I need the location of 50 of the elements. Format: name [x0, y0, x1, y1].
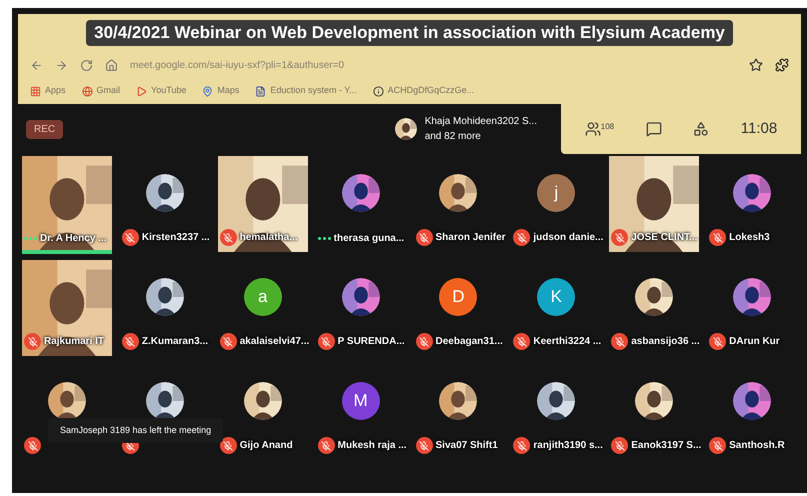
participant-name: Santhosh.R [729, 439, 785, 453]
clock-time: 11:08 [740, 118, 778, 139]
caption: 30/4/2021 Webinar on Web Development in association with Elysium Academy [86, 20, 733, 46]
participant-name: therasa guna... [334, 232, 404, 246]
participant-name: akalaiselvi47... [240, 335, 310, 349]
extensions-icon[interactable] [775, 58, 789, 72]
bookmark[interactable]: Maps [202, 84, 240, 98]
participant-name: Deebagan31... [436, 335, 503, 349]
forward-icon[interactable] [55, 58, 68, 72]
document-icon [255, 86, 266, 96]
participant-name: Siva07 Shift1 [436, 439, 498, 453]
participant-name: Kirsten3237 ... [142, 231, 210, 245]
more-participants: and 82 more [424, 130, 482, 144]
back-icon[interactable] [30, 58, 43, 72]
bookmark[interactable]: ACHDgDfGqCzzGe... [372, 84, 474, 98]
presenter-name: Khaja Mohideen3202 S... [424, 115, 537, 129]
reload-icon[interactable] [80, 58, 93, 72]
participant-name: Keerthi3224 ... [533, 335, 602, 349]
participant-name: P SURENDA... [338, 335, 405, 349]
participant-name: judson danie... [533, 231, 604, 245]
participant-name: Gijo Anand [240, 439, 293, 453]
recording-badge: REC [26, 120, 64, 138]
participant-name: Z.Kumaran3... [142, 335, 208, 349]
participant-name: Eanok3197 S... [631, 439, 702, 453]
participant-name: DArun Kur [729, 335, 780, 349]
people-button[interactable]: 108 [584, 121, 614, 137]
toast-notification: SamJoseph 3189 has left the meeting [48, 418, 224, 443]
avatar: j [537, 174, 576, 212]
avatar: M [342, 382, 380, 420]
activities-icon[interactable] [693, 121, 710, 137]
apps-icon [30, 86, 41, 96]
play-icon [136, 86, 148, 96]
participant-name: ranjith3190 s... [533, 439, 603, 453]
bookmark[interactable]: Eduction system - Y... [255, 84, 357, 98]
home-icon[interactable] [105, 58, 118, 72]
avatar: D [439, 278, 478, 316]
chat-icon[interactable] [646, 121, 662, 137]
address-field[interactable]: meet.google.com/sai-iuyu-sxf?pli=1&authuser=0 [130, 58, 737, 72]
bookmark[interactable]: Apps [30, 84, 66, 98]
avatar: a [244, 278, 282, 316]
participant-name: Mukesh raja ... [338, 439, 407, 453]
pin-icon [202, 86, 214, 96]
globe-icon [82, 86, 93, 96]
bookmark[interactable]: Gmail [82, 84, 120, 98]
participant-name: asbansijo36 ... [631, 335, 700, 349]
avatar: K [537, 278, 576, 316]
participant-name: Lokesh3 [729, 231, 770, 245]
star-icon[interactable] [749, 58, 763, 72]
bookmark[interactable]: YouTube [136, 84, 186, 98]
participant-name: Sharon Jenifer [436, 231, 506, 245]
